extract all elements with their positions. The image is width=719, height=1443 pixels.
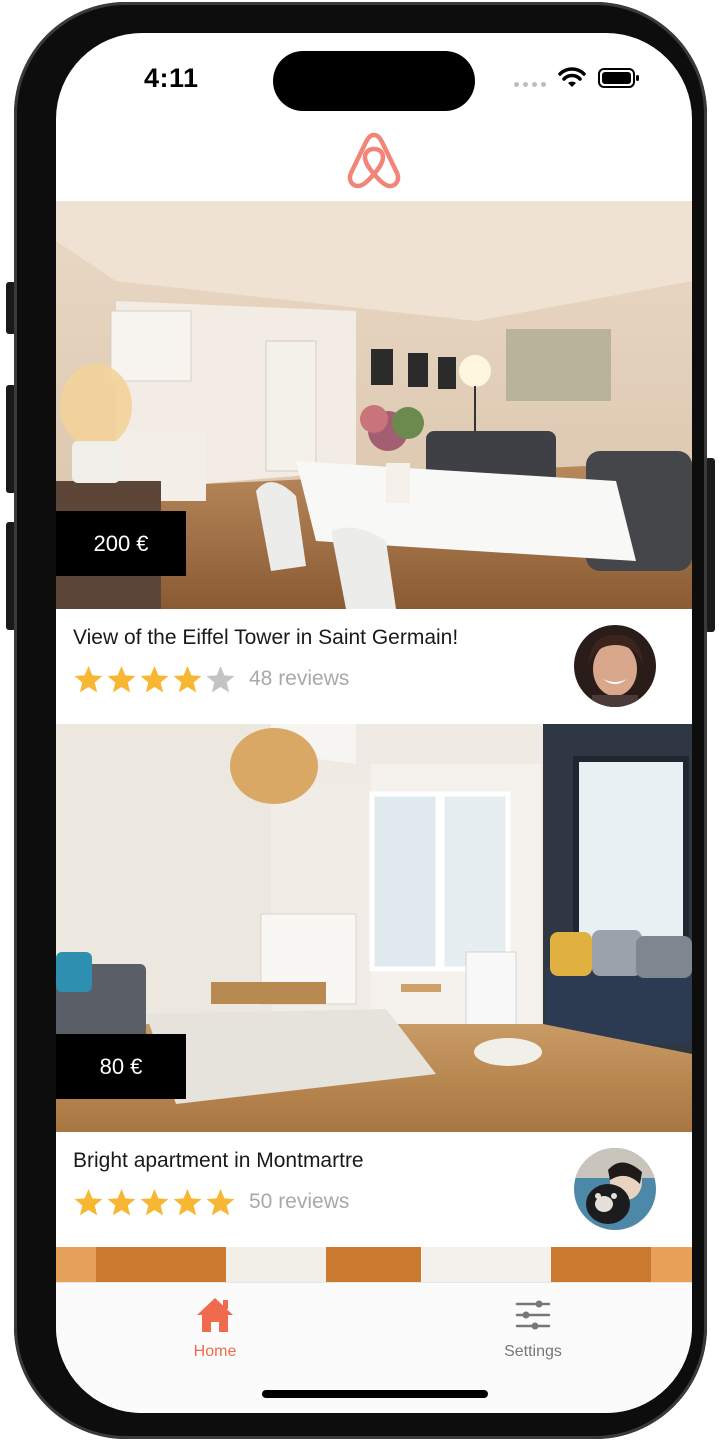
listing-info[interactable]: View of the Eiffel Tower in Saint Germai… [56,609,692,724]
battery-icon [598,68,639,88]
status-icons [514,67,640,89]
star-icon [140,1188,169,1216]
listing-title[interactable]: View of the Eiffel Tower in Saint Germai… [73,626,458,650]
price-tag: 200 € [56,511,186,576]
star-icon [74,1188,103,1216]
star-icon [107,1188,136,1216]
star-icon [140,665,169,693]
listing-photo[interactable]: 80 € [56,724,692,1132]
star-rating [73,664,236,695]
star-icon [206,1188,235,1216]
listing-photo[interactable]: 200 € [56,201,692,609]
host-avatar[interactable] [574,625,656,707]
review-count: 48 reviews [249,667,350,690]
review-count: 50 reviews [249,1190,350,1213]
sliders-icon [515,1300,551,1330]
star-icon [107,665,136,693]
listing-feed[interactable]: 200 € View of the Eiffel Tower in Saint … [56,201,692,1307]
dynamic-island [273,51,475,111]
listing-card[interactable]: 80 € Bright apartment in Montmartre 50 r… [56,724,692,1247]
phone-frame: 4:11 200 € View of the Eiffel Tower in S… [14,2,707,1439]
tab-settings-label: Settings [504,1343,562,1360]
tab-settings[interactable]: Settings [473,1295,593,1361]
wifi-icon [558,67,586,87]
star-icon [173,665,202,693]
host-avatar[interactable] [574,1148,656,1230]
listing-title[interactable]: Bright apartment in Montmartre [73,1149,364,1173]
airbnb-logo-icon [347,132,401,189]
star-icon [173,1188,202,1216]
status-time: 4:11 [144,63,199,93]
screen: 4:11 200 € View of the Eiffel Tower in S… [56,33,692,1413]
listing-info[interactable]: Bright apartment in Montmartre 50 review… [56,1132,692,1247]
cellular-signal-icon [514,70,546,87]
star-icon [74,665,103,693]
home-icon [197,1298,233,1332]
tab-home-label: Home [193,1343,237,1360]
tab-home[interactable]: Home [155,1295,275,1361]
home-indicator[interactable] [262,1390,488,1398]
price-tag: 80 € [56,1034,186,1099]
listing-card[interactable]: 200 € View of the Eiffel Tower in Saint … [56,201,692,724]
star-empty-icon [206,665,235,693]
star-rating [73,1187,236,1218]
